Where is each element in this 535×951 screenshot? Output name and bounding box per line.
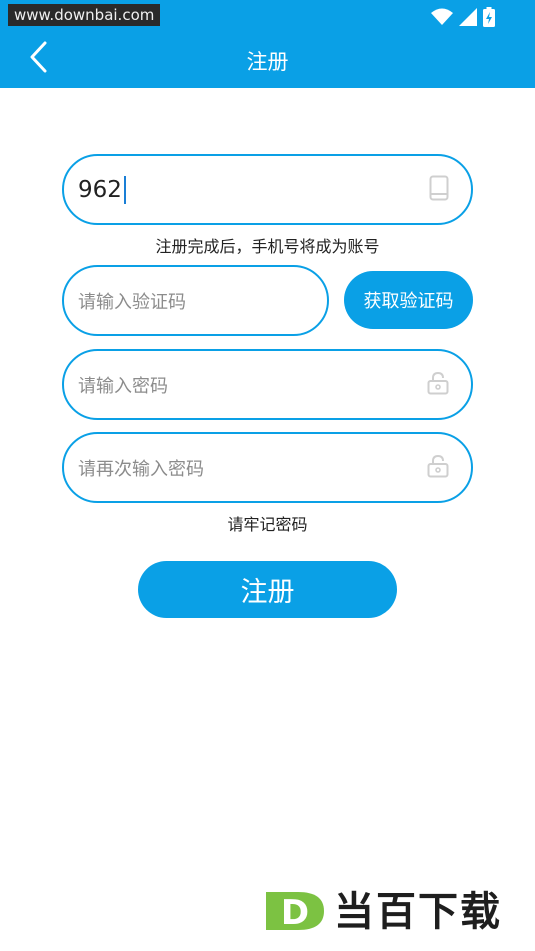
text-caret (123, 175, 126, 204)
phone-field[interactable]: 962 (62, 154, 473, 225)
phone-hint: 注册完成后，手机号将成为账号 (155, 237, 380, 256)
get-code-button[interactable]: 获取验证码 (344, 271, 473, 329)
app-bar: www.downbai.com 注册 (0, 0, 535, 88)
lock-icon (427, 371, 449, 399)
phone-value-text: 962 (78, 176, 122, 203)
confirm-password-placeholder: 请再次输入密码 (78, 458, 204, 480)
lock-icon (427, 454, 449, 482)
status-bar: www.downbai.com (0, 0, 535, 30)
page-title: 注册 (246, 50, 289, 74)
phone-icon (429, 175, 449, 205)
battery-charging-icon (483, 7, 495, 27)
verification-code-placeholder: 请输入验证码 (78, 291, 186, 313)
brand-text: 当百下载 (334, 889, 502, 935)
phone-input-value[interactable]: 962 (78, 156, 126, 223)
password-placeholder: 请输入密码 (78, 375, 168, 397)
wifi-icon (431, 8, 453, 26)
register-button[interactable]: 注册 (138, 561, 397, 618)
status-icons (431, 7, 495, 27)
brand-watermark: D 当百下载 (262, 882, 532, 942)
brand-logo: D (262, 886, 328, 936)
password-hint: 请牢记密码 (227, 515, 308, 534)
password-field[interactable]: 请输入密码 (62, 349, 473, 420)
brand-logo-letter: D (281, 893, 309, 933)
signal-icon (459, 8, 477, 26)
verification-code-field[interactable]: 请输入验证码 (62, 265, 329, 336)
watermark-label: www.downbai.com (8, 4, 161, 26)
confirm-password-field[interactable]: 请再次输入密码 (62, 432, 473, 503)
